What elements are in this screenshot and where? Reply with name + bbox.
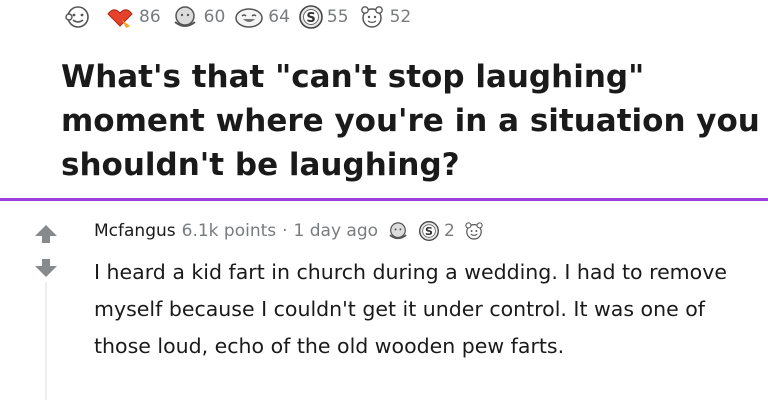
award-count: 86 bbox=[139, 7, 161, 27]
post-title[interactable]: What's that "can't stop laughing" moment… bbox=[61, 55, 761, 187]
comment-meta: Mcfangus 6.1k points · 1 day ago S 2 bbox=[94, 219, 486, 243]
award-silver[interactable]: S 55 bbox=[298, 4, 349, 30]
wholesome-award-icon bbox=[65, 6, 89, 28]
award-bless-up[interactable]: 52 bbox=[357, 4, 412, 30]
vote-column bbox=[34, 224, 58, 278]
helpful-award-icon bbox=[107, 9, 133, 28]
award-wholesome[interactable] bbox=[62, 4, 96, 30]
svg-text:S: S bbox=[306, 11, 315, 26]
meta-separator: · bbox=[282, 221, 288, 241]
laughing-award-icon bbox=[235, 8, 264, 28]
comment-points: 6.1k points bbox=[181, 221, 277, 241]
comment-body: I heard a kid fart in church during a we… bbox=[94, 260, 727, 358]
comment-award-silver[interactable]: S 2 bbox=[418, 220, 455, 242]
award-count: 60 bbox=[203, 7, 226, 27]
upvote-arrow-icon[interactable] bbox=[34, 224, 58, 244]
silver-award-icon: S bbox=[419, 221, 440, 241]
award-laugh[interactable]: 64 bbox=[233, 4, 290, 30]
hugz-award-icon bbox=[389, 222, 407, 240]
post-awards: 86 60 64 S 55 52 bbox=[62, 4, 419, 30]
comment-award-bless-up[interactable] bbox=[462, 220, 486, 242]
comment-time[interactable]: 1 day ago bbox=[294, 221, 379, 241]
award-hugz[interactable]: 60 bbox=[169, 4, 226, 30]
section-divider bbox=[0, 198, 768, 201]
bless-up-award-icon bbox=[360, 6, 383, 28]
award-count: 64 bbox=[268, 7, 290, 27]
bless-up-award-icon bbox=[465, 222, 483, 240]
silver-award-icon: S bbox=[299, 5, 323, 29]
downvote-arrow-icon[interactable] bbox=[34, 258, 58, 278]
comment-thread-line[interactable] bbox=[45, 282, 47, 400]
hugz-award-icon bbox=[174, 6, 196, 27]
comment-username[interactable]: Mcfangus bbox=[94, 221, 176, 241]
award-helpful[interactable]: 86 bbox=[104, 4, 161, 30]
award-count: 52 bbox=[389, 7, 412, 27]
svg-text:S: S bbox=[425, 225, 433, 238]
comment-award-hugz[interactable] bbox=[385, 220, 411, 242]
award-count: 2 bbox=[444, 221, 455, 241]
award-count: 55 bbox=[326, 7, 349, 27]
